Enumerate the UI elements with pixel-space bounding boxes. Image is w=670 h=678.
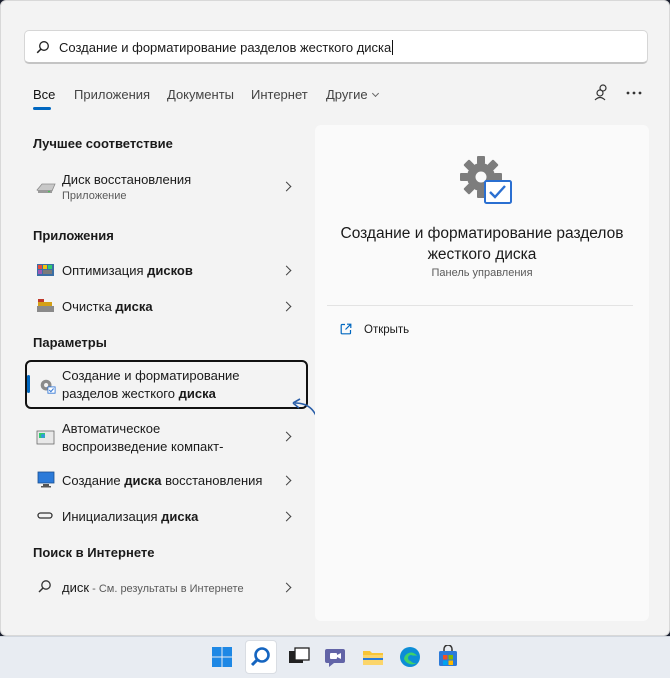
more-options-icon[interactable] <box>624 83 644 103</box>
detail-pane: Создание и форматирование разделов жестк… <box>315 125 649 621</box>
result-defrag[interactable]: Оптимизация дисков <box>25 255 308 285</box>
detail-subtitle: Панель управления <box>431 267 533 279</box>
tab-apps[interactable]: Приложения <box>74 87 150 102</box>
recovery-monitor-icon <box>37 471 55 488</box>
result-title-line2: разделов жесткого диска <box>62 386 216 401</box>
divider <box>327 305 633 306</box>
open-external-icon[interactable] <box>340 323 352 335</box>
section-settings: Параметры <box>33 335 107 350</box>
autoplay-icon <box>36 430 55 445</box>
selection-indicator <box>27 375 30 393</box>
search-input[interactable]: Создание и форматирование разделов жестк… <box>59 40 394 55</box>
search-icon[interactable] <box>249 645 273 669</box>
task-view-icon[interactable] <box>287 645 311 669</box>
result-title-line1: Автоматическое <box>62 421 161 436</box>
result-title: Оптимизация дисков <box>62 263 193 278</box>
search-box[interactable]: Создание и форматирование разделов жестк… <box>24 30 648 64</box>
result-title-line2: воспроизведение компакт- <box>62 439 224 454</box>
result-title: Инициализация диска <box>62 509 199 524</box>
result-title: Очистка диска <box>62 299 153 314</box>
result-partition-selected[interactable]: Создание и форматирование разделов жестк… <box>25 360 308 409</box>
result-web-search[interactable]: диск - См. результаты в Интернете <box>25 573 308 603</box>
result-title: Диск восстановления <box>62 172 192 187</box>
taskbar <box>0 636 670 678</box>
control-panel-gear-icon <box>40 379 56 394</box>
search-icon <box>36 41 49 54</box>
result-title-line1: Создание и форматирование <box>62 368 240 383</box>
web-query: диск - См. результаты в Интернете <box>62 580 244 595</box>
tab-more-label: Другие <box>326 87 368 102</box>
result-recovery-drive[interactable]: Диск восстановления Приложение <box>25 165 308 209</box>
open-button[interactable]: Открыть <box>364 324 409 336</box>
chevron-right-icon <box>281 181 292 192</box>
edge-icon[interactable] <box>398 645 422 669</box>
active-tab-indicator <box>33 107 51 110</box>
file-explorer-icon[interactable] <box>361 645 385 669</box>
section-apps: Приложения <box>33 228 114 243</box>
tab-documents[interactable]: Документы <box>167 87 234 102</box>
windows-start-icon[interactable] <box>210 645 234 669</box>
account-switch-icon[interactable] <box>592 83 612 103</box>
section-web: Поиск в Интернете <box>33 545 155 560</box>
disk-initialize-icon <box>37 512 53 519</box>
chevron-right-icon <box>281 582 292 593</box>
disk-drive-icon <box>36 183 56 193</box>
result-create-recovery[interactable]: Создание диска восстановления <box>25 465 308 495</box>
detail-title: Создание и форматирование разделов жестк… <box>340 225 624 263</box>
section-best-match: Лучшее соответствие <box>33 136 173 151</box>
control-panel-gear-icon <box>460 156 512 204</box>
chevron-right-icon <box>281 431 292 442</box>
search-icon <box>38 580 51 593</box>
result-initialize-disk[interactable]: Инициализация диска <box>25 501 308 531</box>
tab-more[interactable]: Другие <box>326 87 379 102</box>
chevron-right-icon <box>281 475 292 486</box>
store-icon[interactable] <box>436 645 460 669</box>
tab-all[interactable]: Все <box>33 87 55 102</box>
result-title: Создание диска восстановления <box>62 473 263 488</box>
defrag-icon <box>37 264 54 276</box>
result-subtitle: Приложение <box>62 190 127 202</box>
chevron-right-icon <box>281 511 292 522</box>
disk-cleanup-icon <box>37 299 54 312</box>
teams-chat-icon[interactable] <box>323 645 347 669</box>
result-disk-cleanup[interactable]: Очистка диска <box>25 291 308 321</box>
start-search-panel: Создание и форматирование разделов жестк… <box>0 0 670 636</box>
chevron-right-icon <box>281 301 292 312</box>
result-autoplay[interactable]: Автоматическое воспроизведение компакт- <box>25 415 308 461</box>
tab-web[interactable]: Интернет <box>251 87 308 102</box>
chevron-down-icon <box>371 89 379 98</box>
chevron-right-icon <box>281 265 292 276</box>
